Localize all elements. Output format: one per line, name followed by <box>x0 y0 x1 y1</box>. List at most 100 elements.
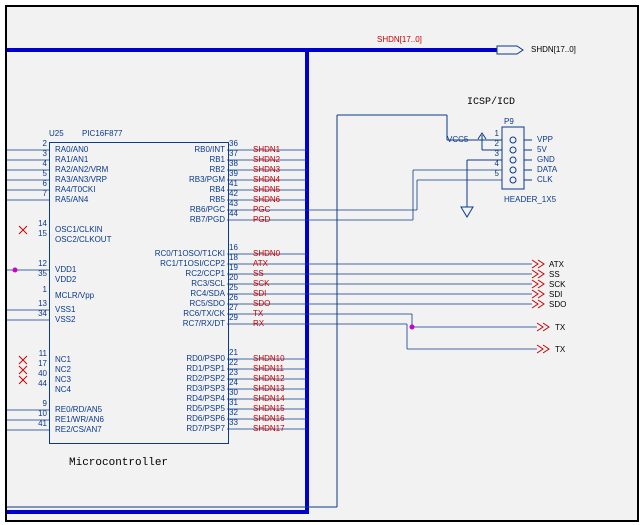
pin-name: VDD2 <box>55 275 76 284</box>
pin-number: 15 <box>31 229 47 238</box>
pin-number: 36 <box>229 139 238 148</box>
pin-name: RC4/SDA <box>145 289 225 298</box>
port-ss: SS <box>549 270 560 279</box>
net-label: ATX <box>253 259 268 268</box>
header-title: ICSP/ICD <box>467 97 515 108</box>
net-label: SHDN11 <box>253 364 284 373</box>
pin-name: RD1/PSP1 <box>145 364 225 373</box>
port-tx1: TX <box>555 323 565 332</box>
pin-number: 24 <box>229 378 238 387</box>
pin-number: 42 <box>229 189 238 198</box>
pin-number: 44 <box>31 379 47 388</box>
pin-number: 18 <box>229 253 238 262</box>
pin-name: RB0/INT <box>145 145 225 154</box>
pin-name: RC5/SDO <box>145 299 225 308</box>
net-label: SHDN6 <box>253 195 280 204</box>
net-label: SHDN2 <box>253 155 280 164</box>
pin-name: RD3/PSP3 <box>145 384 225 393</box>
port-sdi: SDI <box>549 290 562 299</box>
pin-number: 25 <box>229 283 238 292</box>
pin-number: 41 <box>31 419 47 428</box>
header-pin-name: DATA <box>537 165 557 174</box>
pin-number: 13 <box>31 299 47 308</box>
pin-number: 41 <box>229 179 238 188</box>
net-label: SS <box>253 269 264 278</box>
pin-name: RC7/RX/DT <box>145 319 225 328</box>
pin-name: RB7/PGD <box>145 215 225 224</box>
pin-number: 43 <box>229 199 238 208</box>
net-label: PGD <box>253 215 270 224</box>
pin-name: RE1/WR/AN6 <box>55 415 104 424</box>
net-label: SHDN14 <box>253 394 285 403</box>
header-pin-number: 5 <box>487 169 499 178</box>
net-label: SHDN0 <box>253 249 280 258</box>
net-label: SHDN1 <box>253 145 280 154</box>
pin-number: 33 <box>229 418 238 427</box>
header-pin-name: GND <box>537 155 555 164</box>
net-label: SHDN17 <box>253 424 285 433</box>
pin-name: RA1/AN1 <box>55 155 88 164</box>
header-pin-number: 2 <box>487 139 499 148</box>
pin-number: 3 <box>31 149 47 158</box>
pin-number: 31 <box>229 398 238 407</box>
net-label: SHDN10 <box>253 354 285 363</box>
pin-name: RD4/PSP4 <box>145 394 225 403</box>
header-pin-number: 4 <box>487 159 499 168</box>
pin-number: 10 <box>31 409 47 418</box>
net-label: SDO <box>253 299 270 308</box>
header-pin-number: 3 <box>487 149 499 158</box>
ic-part: PIC16F877 <box>82 129 122 138</box>
bus-port-label: SHDN[17..0] <box>531 45 576 54</box>
pin-name: RA2/AN2/VRM <box>55 165 108 174</box>
net-label: SCK <box>253 279 269 288</box>
pin-number: 44 <box>229 209 238 218</box>
pin-name: RC1/T1OSI/CCP2 <box>145 259 225 268</box>
pin-number: 4 <box>31 159 47 168</box>
header-pin-name: CLK <box>537 175 553 184</box>
pin-name: NC1 <box>55 355 71 364</box>
net-label: SHDN4 <box>253 175 280 184</box>
pin-number: 9 <box>31 399 47 408</box>
pin-number: 11 <box>31 349 47 358</box>
pin-name: RB3/PGM <box>145 175 225 184</box>
pin-name: MCLR/Vpp <box>55 291 94 300</box>
port-sck: SCK <box>549 280 565 289</box>
pin-name: RD7/PSP7 <box>145 424 225 433</box>
header-pin-name: 5V <box>537 145 547 154</box>
pin-number: 21 <box>229 348 238 357</box>
pin-name: VSS1 <box>55 305 75 314</box>
port-sdo: SDO <box>549 300 566 309</box>
pin-number: 22 <box>229 358 238 367</box>
pin-number: 30 <box>229 388 238 397</box>
pin-name: RB1 <box>145 155 225 164</box>
ic-ref: U25 <box>49 129 64 138</box>
pin-name: RE0/RD/AN5 <box>55 405 102 414</box>
port-tx2: TX <box>555 345 565 354</box>
pin-name: RA0/AN0 <box>55 145 88 154</box>
pin-number: 26 <box>229 293 238 302</box>
pin-number: 38 <box>229 159 238 168</box>
pin-name: RA4/T0CKI <box>55 185 95 194</box>
pin-name: NC2 <box>55 365 71 374</box>
pin-number: 12 <box>31 259 47 268</box>
pin-name: RD0/PSP0 <box>145 354 225 363</box>
pin-number: 16 <box>229 243 238 252</box>
pin-number: 7 <box>31 189 47 198</box>
net-label: SHDN3 <box>253 165 280 174</box>
pin-name: RE2/CS/AN7 <box>55 425 102 434</box>
pin-name: RD6/PSP6 <box>145 414 225 423</box>
pin-number: 14 <box>31 219 47 228</box>
pin-number: 23 <box>229 368 238 377</box>
schematic-canvas: SHDN[17..0] SHDN[17..0] U25 PIC16F877 Mi… <box>7 7 637 520</box>
pin-number: 17 <box>31 359 47 368</box>
pin-name: NC3 <box>55 375 71 384</box>
net-label: SHDN15 <box>253 404 285 413</box>
header-ref: P9 <box>504 117 514 126</box>
pin-number: 6 <box>31 179 47 188</box>
bus-net-label: SHDN[17..0] <box>377 35 422 44</box>
pin-name: RC6/TX/CK <box>145 309 225 318</box>
pin-name: RA3/AN3/VRP <box>55 175 107 184</box>
net-label: RX <box>253 319 264 328</box>
pin-name: RD2/PSP2 <box>145 374 225 383</box>
net-label: PGC <box>253 205 270 214</box>
